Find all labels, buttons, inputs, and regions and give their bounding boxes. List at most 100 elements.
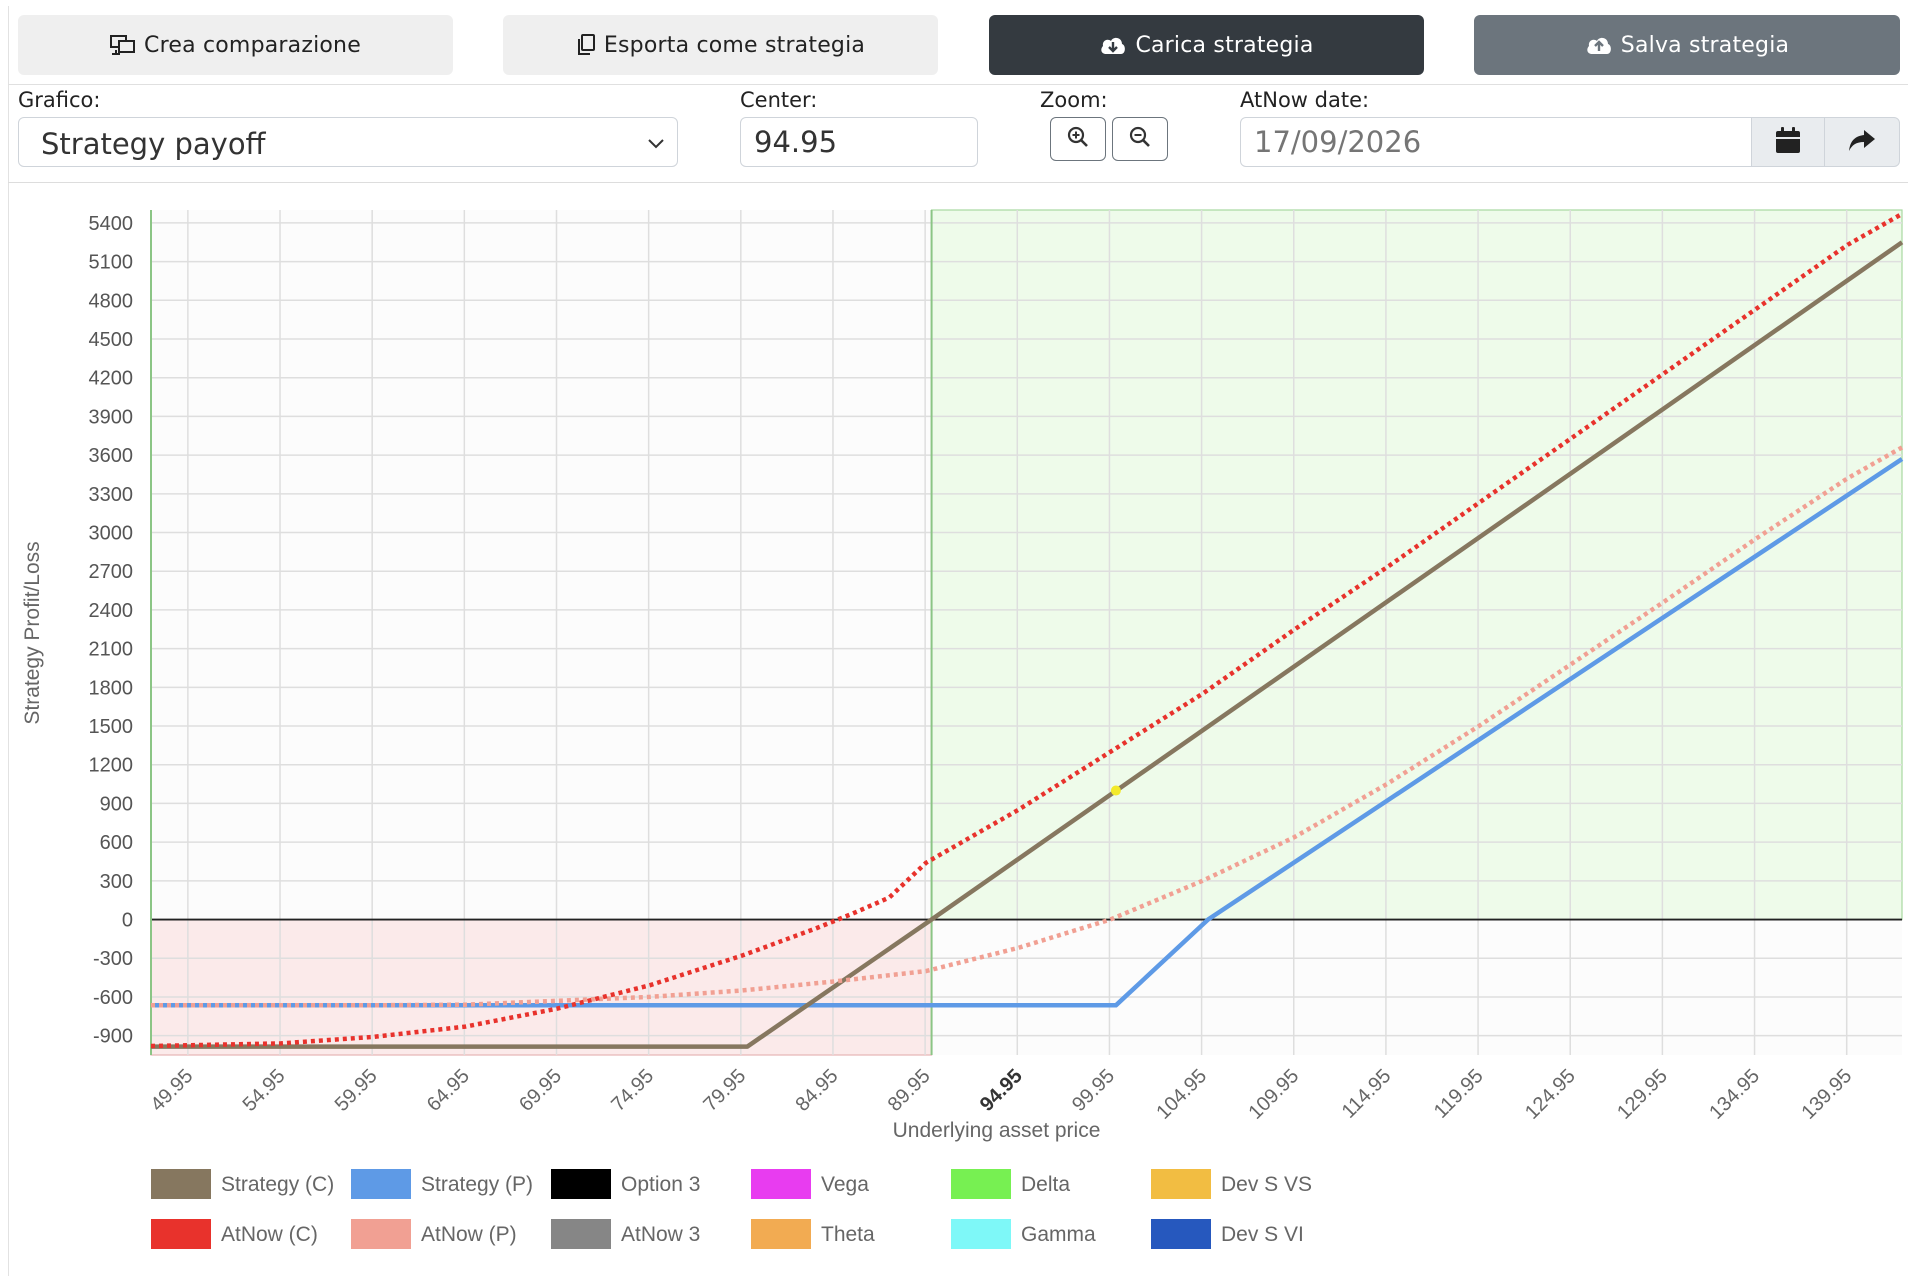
legend-item[interactable]: AtNow 3 [551,1219,700,1249]
chart-legend: Strategy (C) Strategy (P) Option 3 Vega Delt… [151,1169,1312,1249]
x-tick-label: 69.95 [515,1065,566,1116]
legend-item[interactable]: Dev S VI [1151,1219,1304,1249]
share-arrow-icon [1847,127,1877,157]
legend-label: Delta [1021,1173,1070,1196]
y-tick-label: 3300 [89,484,134,506]
payoff-chart[interactable]: 5400510048004500420039003600330030002700… [8,183,1908,1277]
copy-icon [576,33,596,57]
x-tick-label: 84.95 [792,1065,843,1116]
legend-swatch [951,1169,1011,1199]
y-tick-label: 600 [100,832,133,854]
legend-label: Strategy (C) [221,1173,334,1196]
y-tick-label: 3000 [89,523,134,545]
legend-swatch [351,1219,411,1249]
y-tick-label: 0 [122,910,133,932]
chart-select-value: Strategy payoff [41,127,266,161]
center-input[interactable] [741,118,977,166]
export-button[interactable]: Esporta come strategia [503,15,938,75]
x-tick-label: 114.95 [1338,1065,1396,1123]
y-tick-label: 1800 [89,677,134,699]
y-tick-label: 5100 [89,252,134,274]
legend-label: AtNow (P) [421,1223,517,1246]
center-label: Center: [740,88,818,112]
y-tick-labels: 5400510048004500420039003600330030002700… [89,213,134,1048]
calendar-button[interactable] [1751,117,1825,167]
x-tick-label: 134.95 [1705,1065,1764,1124]
x-axis-title: Underlying asset price [893,1119,1101,1142]
x-tick-label: 64.95 [423,1065,474,1116]
legend-swatch [551,1169,611,1199]
chevron-down-icon [645,132,667,158]
y-tick-label: -600 [93,987,133,1009]
load-label: Carica strategia [1135,32,1314,58]
legend-label: AtNow 3 [621,1223,700,1246]
toolbar: Crea comparazione Esporta come strategia… [8,6,1908,85]
x-tick-label-center: 94.95 [976,1065,1027,1116]
legend-label: Theta [821,1223,875,1246]
load-strategy-button[interactable]: Carica strategia [989,15,1424,75]
center-field [740,117,978,167]
legend-item[interactable]: Gamma [951,1219,1096,1249]
zoom-out-icon [1128,125,1152,153]
legend-swatch [751,1219,811,1249]
legend-label: Option 3 [621,1173,700,1196]
zoom-in-button[interactable] [1050,117,1106,161]
legend-item[interactable]: Theta [751,1219,875,1249]
atnow-date-label: AtNow date: [1240,88,1370,112]
calendar-icon [1774,125,1802,159]
legend-item[interactable]: Dev S VS [1151,1169,1312,1199]
legend-swatch [1151,1219,1211,1249]
cloud-upload-icon [1585,34,1613,56]
atnow-date-input[interactable] [1241,118,1751,166]
chart-select[interactable]: Strategy payoff [18,117,678,167]
x-tick-label: 104.95 [1152,1065,1211,1124]
apply-date-button[interactable] [1824,117,1900,167]
y-tick-label: -300 [93,948,133,970]
y-tick-label: 1500 [89,716,134,738]
legend-item[interactable]: Vega [751,1169,869,1199]
legend-item[interactable]: Strategy (P) [351,1169,533,1199]
x-tick-label: 54.95 [239,1065,290,1116]
x-tick-label: 79.95 [699,1065,750,1116]
y-tick-label: 900 [100,793,133,815]
legend-swatch [151,1219,211,1249]
legend-item[interactable]: AtNow (C) [151,1219,318,1249]
legend-label: Vega [821,1173,869,1196]
legend-swatch [151,1169,211,1199]
x-tick-label: 129.95 [1613,1065,1672,1124]
x-tick-labels: 49.95 54.95 59.95 64.95 69.95 74.95 79.95 84.95… [146,1065,1856,1124]
y-tick-label: 1200 [89,755,134,777]
compare-button[interactable]: Crea comparazione [18,15,453,75]
zoom-label: Zoom: [1040,88,1108,112]
legend-item[interactable]: Strategy (C) [151,1169,334,1199]
legend-label: Gamma [1021,1223,1096,1246]
x-tick-label: 119.95 [1430,1065,1488,1123]
legend-swatch [1151,1169,1211,1199]
legend-swatch [951,1219,1011,1249]
legend-label: Dev S VI [1221,1223,1304,1246]
zoom-out-button[interactable] [1112,117,1168,161]
zoom-in-icon [1066,125,1090,153]
y-tick-label: 4500 [89,329,134,351]
legend-label: Strategy (P) [421,1173,533,1196]
y-tick-label: 2700 [89,561,134,583]
y-tick-label: 2100 [89,639,134,661]
legend-item[interactable]: Option 3 [551,1169,700,1199]
save-strategy-button[interactable]: Salva strategia [1474,15,1900,75]
y-tick-label: 4200 [89,368,134,390]
legend-swatch [751,1169,811,1199]
cloud-download-icon [1099,34,1127,56]
compare-label: Crea comparazione [144,32,361,58]
legend-item[interactable]: AtNow (P) [351,1219,517,1249]
y-tick-label: -900 [93,1026,133,1048]
save-label: Salva strategia [1620,32,1790,58]
legend-swatch [351,1169,411,1199]
y-tick-label: 3600 [89,445,134,467]
y-tick-label: 2400 [89,600,134,622]
profit-zone [930,209,1903,921]
x-tick-label: 89.95 [884,1065,935,1116]
chart-select-label: Grafico: [18,88,101,112]
payoff-chart-container: 5400 5100 4800 4500 4200 3900 3600 3300 3000 2700… [8,182,1908,1277]
y-tick-label: 4800 [89,290,134,312]
legend-item[interactable]: Delta [951,1169,1070,1199]
